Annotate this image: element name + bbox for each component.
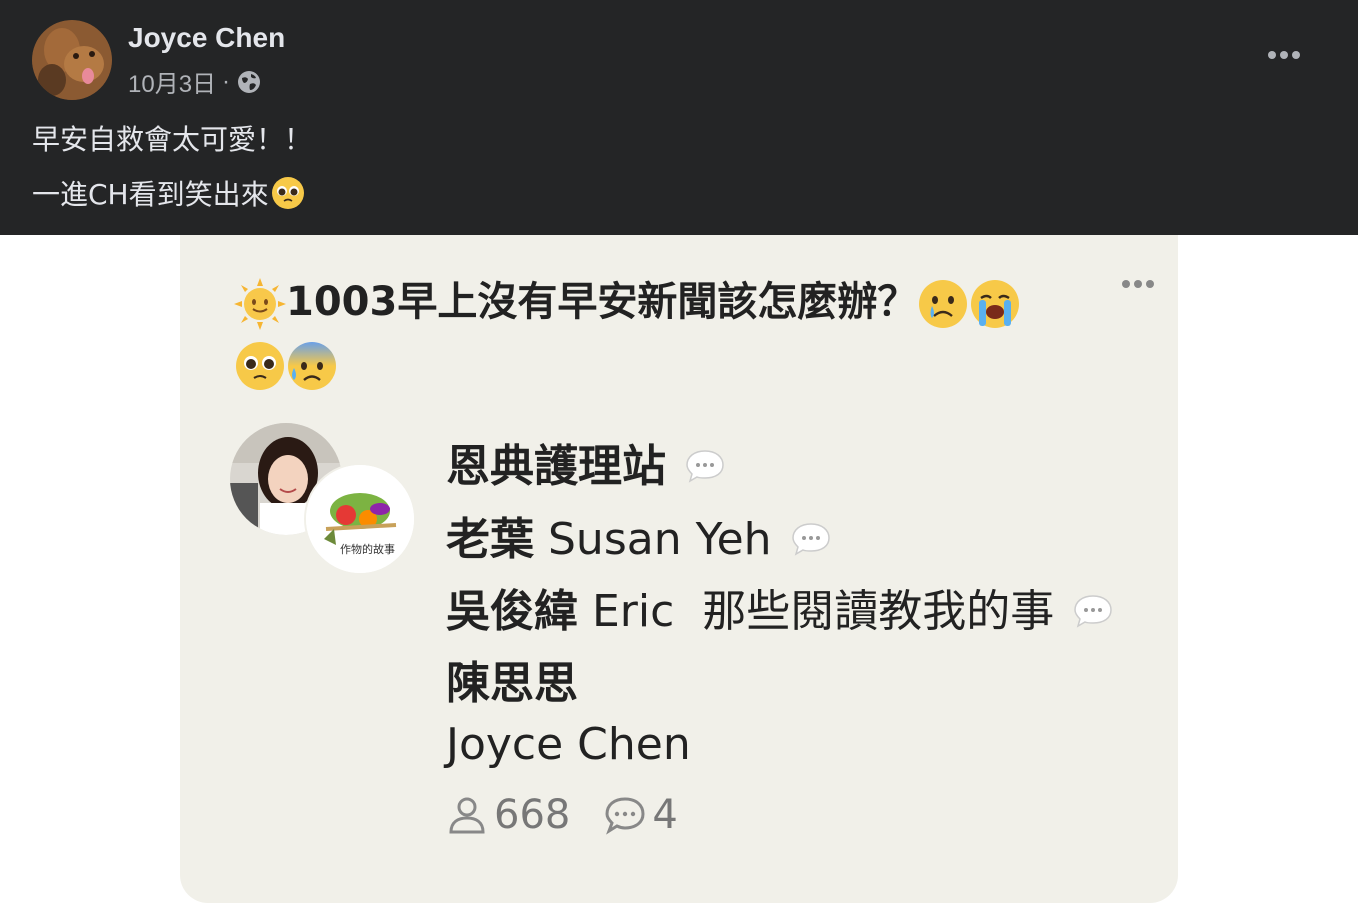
more-options-button[interactable] xyxy=(1266,40,1306,70)
room-stats: 668 4 xyxy=(446,792,712,838)
post-text-line-2-content: 一進CH看到笑出來 xyxy=(32,178,269,211)
speaker-row[interactable]: 老葉 Susan Yeh xyxy=(446,503,832,567)
meta-separator: · xyxy=(222,67,231,95)
more-horizontal-icon xyxy=(1268,51,1300,59)
room-title: 1003早上沒有早安新聞該怎麼辦？ xyxy=(234,271,1094,395)
speaker-name-rest: Eric 那些閱讀教我的事 xyxy=(592,586,1055,637)
post-date[interactable]: 10月3日 xyxy=(128,64,216,99)
author-name[interactable]: Joyce Chen xyxy=(128,22,285,54)
speaker-avatar-badge[interactable]: 作物的故事 xyxy=(304,463,416,575)
listener-stat: 668 xyxy=(446,792,570,838)
speaker-name: 老葉 Susan Yeh xyxy=(446,503,772,567)
speaker-stat: 4 xyxy=(604,792,678,838)
person-icon xyxy=(446,794,488,836)
listener-count: 668 xyxy=(494,792,571,838)
chat-bubble-icon xyxy=(1072,589,1114,628)
speaker-count: 4 xyxy=(652,792,678,838)
post-meta: 10月3日 · xyxy=(128,64,262,99)
sun-with-face-emoji xyxy=(234,278,286,330)
speaker-name-prefix: 老葉 xyxy=(446,514,534,565)
shared-image[interactable]: 1003早上沒有早安新聞該怎麼辦？ 作物的故事 恩典護理站 老葉 Susan Y… xyxy=(0,235,1358,912)
post-header: Joyce Chen 10月3日 · 早安自救會太可愛！！ 一進CH看到笑出來 xyxy=(0,0,1358,235)
speaker-name: Joyce Chen xyxy=(446,719,691,770)
speaker-row[interactable]: 恩典護理站 xyxy=(446,430,726,494)
anxious-face-with-sweat-emoji xyxy=(286,340,338,392)
loudly-crying-face-emoji xyxy=(969,278,1021,330)
speaker-name: 吳俊緯 Eric 那些閱讀教我的事 xyxy=(446,575,1054,639)
chat-bubble-icon xyxy=(684,444,726,483)
crying-face-emoji xyxy=(917,278,969,330)
chat-bubble-icon xyxy=(604,794,646,836)
avatar-badge-text: 作物的故事 xyxy=(340,543,395,556)
clubhouse-room-card: 1003早上沒有早安新聞該怎麼辦？ 作物的故事 恩典護理站 老葉 Susan Y… xyxy=(180,235,1178,903)
post-text-line-1: 早安自救會太可愛！！ xyxy=(32,123,313,156)
speaker-row[interactable]: 吳俊緯 Eric 那些閱讀教我的事 xyxy=(446,575,1114,639)
speaker-name: 恩典護理站 xyxy=(446,441,666,492)
author-avatar[interactable] xyxy=(32,20,112,100)
globe-icon[interactable] xyxy=(236,69,262,95)
chat-bubble-icon xyxy=(790,517,832,556)
room-more-button[interactable] xyxy=(1118,271,1162,297)
post-text-line-2: 一進CH看到笑出來 xyxy=(32,173,305,213)
speaker-name: 陳思思 xyxy=(446,658,578,709)
room-title-text: 1003早上沒有早安新聞該怎麼辦？ xyxy=(286,279,918,325)
pleading-face-emoji xyxy=(234,340,286,392)
speaker-name-prefix: 吳俊緯 xyxy=(446,586,578,637)
more-horizontal-icon xyxy=(1122,280,1154,288)
speaker-row[interactable]: Joyce Chen xyxy=(446,719,691,770)
speaker-row[interactable]: 陳思思 xyxy=(446,647,578,711)
pleading-face-emoji xyxy=(271,176,305,210)
speaker-name-rest: Susan Yeh xyxy=(548,514,772,565)
